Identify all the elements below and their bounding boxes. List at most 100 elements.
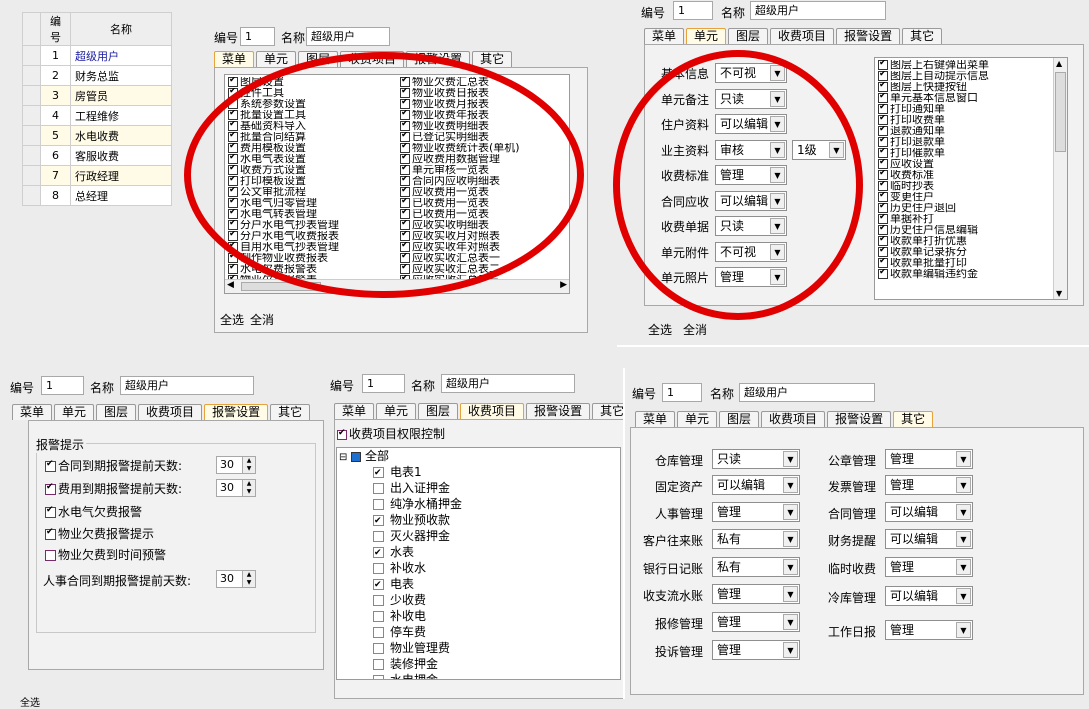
permission-item[interactable]: 打印收费单 — [878, 115, 1053, 126]
scroll-left-icon[interactable]: ◀ — [227, 280, 234, 290]
name-field[interactable]: 超级用户 — [306, 27, 390, 46]
tab-3[interactable]: 收费项目 — [138, 404, 203, 420]
num-field[interactable]: 1 — [41, 376, 84, 395]
name-field[interactable]: 超级用户 — [750, 1, 886, 20]
num-field[interactable]: 1 — [673, 1, 713, 20]
tab-5[interactable]: 其它 — [472, 51, 513, 67]
permission-item[interactable]: 收费标准 — [878, 170, 1053, 181]
table-row[interactable]: 3 房管员 — [22, 85, 172, 106]
other-field-select[interactable]: 可以编辑 ▼ — [712, 475, 800, 495]
tab-2[interactable]: 图层 — [96, 404, 137, 420]
permission-item[interactable]: 历史住户退回 — [878, 203, 1053, 214]
other-field-select[interactable]: 管理 ▼ — [885, 449, 973, 469]
fee-item[interactable]: 物业管理费 — [337, 640, 620, 656]
clear-all-link[interactable]: 全消 — [250, 311, 274, 328]
permission-item[interactable]: 收款单编辑违约金 — [878, 269, 1053, 280]
permission-item[interactable]: 收款单批量打印 — [878, 258, 1053, 269]
alarm-option-checkbox[interactable]: 合同到期报警提前天数: — [45, 457, 182, 474]
fee-item[interactable]: 电表 — [337, 576, 620, 593]
fee-item[interactable]: 物业预收款 — [337, 512, 620, 529]
tab-0[interactable]: 菜单 — [644, 28, 685, 44]
alarm-option-checkbox[interactable]: 物业欠费到时间预警 — [45, 546, 166, 563]
tab-5[interactable]: 其它 — [893, 411, 934, 428]
tab-1[interactable]: 单元 — [54, 404, 95, 420]
permission-item[interactable]: 图层上自动提示信息 — [878, 71, 1053, 82]
fee-control-checkbox[interactable]: 收费项目权限控制 — [337, 425, 445, 442]
name-field[interactable]: 超级用户 — [120, 376, 254, 395]
other-field-select[interactable]: 私有 ▼ — [712, 529, 800, 549]
scroll-right-icon[interactable]: ▶ — [560, 280, 567, 290]
clear-all-link[interactable]: 全消 — [683, 321, 707, 338]
fee-item[interactable]: 灭火器押金 — [337, 528, 620, 544]
fee-item[interactable]: 补收水 — [337, 560, 620, 576]
alarm-days-spinner[interactable]: 30 ▲ ▼ — [216, 479, 256, 497]
tab-5[interactable]: 其它 — [902, 28, 943, 44]
tab-4[interactable]: 报警设置 — [836, 28, 901, 44]
tab-4[interactable]: 报警设置 — [204, 404, 269, 421]
tab-1[interactable]: 单元 — [677, 411, 718, 427]
select-all-link[interactable]: 全选 — [648, 321, 672, 338]
tab-3[interactable]: 收费项目 — [761, 411, 826, 427]
fee-item[interactable]: 电表1 — [337, 464, 620, 481]
other-field-select[interactable]: 只读 ▼ — [712, 449, 800, 469]
tab-1[interactable]: 单元 — [256, 51, 297, 67]
table-row[interactable]: 4 工程维修 — [22, 105, 172, 126]
other-field-select[interactable]: 管理 ▼ — [712, 502, 800, 522]
tree-root[interactable]: ⊟ 全部 — [337, 448, 620, 464]
permission-item[interactable]: 打印通知单 — [878, 104, 1053, 115]
other-field-select[interactable]: 私有 ▼ — [712, 557, 800, 577]
permission-item[interactable]: 退款通知单 — [878, 126, 1053, 137]
select-all-link[interactable]: 全选 — [220, 311, 244, 328]
tab-2[interactable]: 图层 — [418, 403, 459, 419]
permission-item[interactable]: 变更住户 — [878, 192, 1053, 203]
name-field[interactable]: 超级用户 — [441, 374, 575, 393]
other-field-select[interactable]: 管理 ▼ — [712, 612, 800, 632]
tab-2[interactable]: 图层 — [728, 28, 769, 44]
table-row[interactable]: 7 行政经理 — [22, 165, 172, 186]
tab-4[interactable]: 报警设置 — [827, 411, 892, 427]
tab-1[interactable]: 单元 — [376, 403, 417, 419]
other-field-select[interactable]: 管理 ▼ — [712, 584, 800, 604]
tab-0[interactable]: 菜单 — [12, 404, 53, 420]
scroll-down-icon[interactable]: ▼ — [1056, 289, 1062, 298]
fee-item[interactable]: 补收电 — [337, 608, 620, 624]
other-field-select[interactable]: 管理 ▼ — [885, 557, 973, 577]
tab-0[interactable]: 菜单 — [635, 411, 676, 427]
table-row[interactable]: 6 客服收费 — [22, 145, 172, 166]
tab-5[interactable]: 其它 — [592, 403, 625, 419]
select-all-link[interactable]: 全选 — [20, 694, 40, 709]
fee-item[interactable]: 水电押金 — [337, 672, 620, 679]
fee-item[interactable]: 纯净水桶押金 — [337, 496, 620, 512]
other-field-select[interactable]: 可以编辑 ▼ — [885, 529, 973, 549]
num-field[interactable]: 1 — [362, 374, 405, 393]
alarm-option-checkbox[interactable]: 水电气欠费报警 — [45, 503, 142, 520]
permission-item[interactable]: 图层上快捷按钮 — [878, 82, 1053, 93]
hr-contract-days-spinner[interactable]: 30 ▲ ▼ — [216, 570, 256, 588]
other-field-select[interactable]: 管理 ▼ — [885, 620, 973, 640]
table-row[interactable]: 2 财务总监 — [22, 65, 172, 86]
fee-item[interactable]: 出入证押金 — [337, 480, 620, 496]
permission-item[interactable]: 收款单打折优惠 — [878, 236, 1053, 247]
scroll-thumb[interactable] — [1055, 72, 1066, 152]
other-field-select[interactable]: 管理 ▼ — [885, 475, 973, 495]
name-field[interactable]: 超级用户 — [739, 383, 875, 402]
table-row[interactable]: 8 总经理 — [22, 185, 172, 206]
fee-item[interactable]: 停车费 — [337, 624, 620, 640]
tab-3[interactable]: 收费项目 — [770, 28, 835, 44]
alarm-days-spinner[interactable]: 30 ▲ ▼ — [216, 456, 256, 474]
permission-item[interactable]: 单据补打 — [878, 214, 1053, 225]
alarm-option-checkbox[interactable]: 物业欠费报警提示 — [45, 525, 154, 542]
tab-1[interactable]: 单元 — [686, 28, 727, 45]
other-field-select[interactable]: 可以编辑 ▼ — [885, 586, 973, 606]
permission-item[interactable]: 应收设置 — [878, 159, 1053, 170]
permission-item[interactable]: 历史住户信息编辑 — [878, 225, 1053, 236]
tab-2[interactable]: 图层 — [719, 411, 760, 427]
num-field[interactable]: 1 — [240, 27, 275, 46]
scroll-up-icon[interactable]: ▲ — [1056, 59, 1062, 68]
vertical-scrollbar[interactable]: ▲ ▼ — [1053, 58, 1067, 299]
permission-item[interactable]: 单元基本信息窗口 — [878, 93, 1053, 104]
permission-item[interactable]: 收款单记录拆分 — [878, 247, 1053, 258]
permission-item[interactable]: 打印退款单 — [878, 137, 1053, 148]
num-field[interactable]: 1 — [662, 383, 702, 402]
permission-item[interactable]: 图层上右键弹出菜单 — [878, 60, 1053, 71]
